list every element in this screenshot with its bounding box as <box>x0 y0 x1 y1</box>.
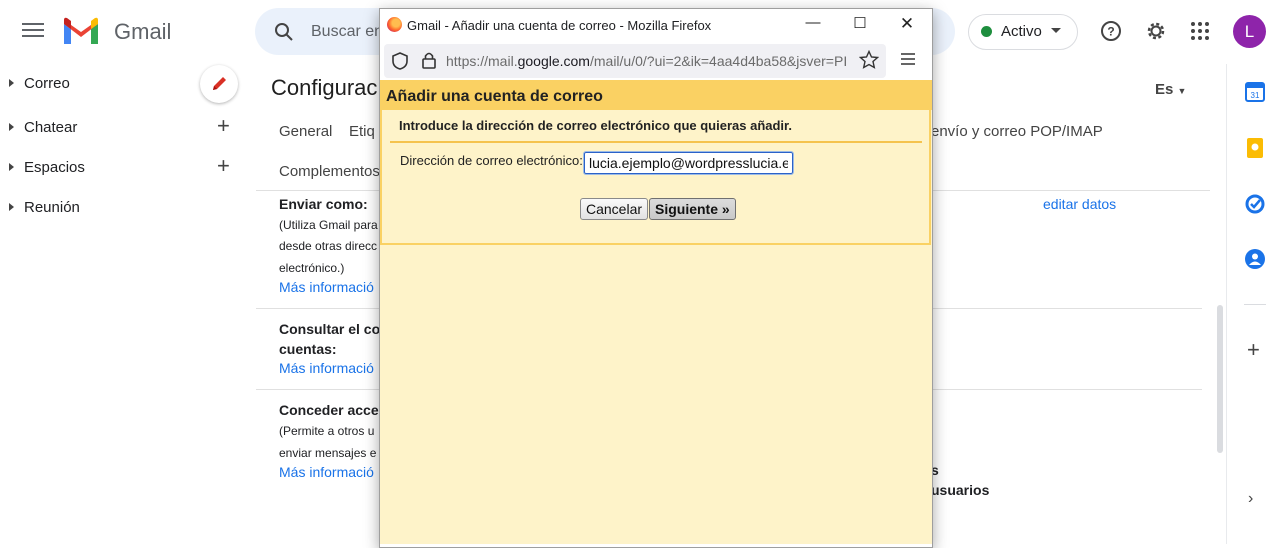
side-panel-divider <box>1244 304 1266 305</box>
url-text[interactable]: https://mail.google.com/mail/u/0/?ui=2&i… <box>446 53 858 69</box>
shield-icon[interactable] <box>392 52 408 75</box>
sidebar-item-label: Chatear <box>24 119 78 136</box>
email-field[interactable] <box>583 151 794 175</box>
add-chat-plus-icon[interactable]: + <box>217 113 230 139</box>
caret-right-icon <box>9 79 14 87</box>
tab-complementos[interactable]: Complementos <box>279 163 380 180</box>
popup-window-title: Gmail - Añadir una cuenta de correo - Mo… <box>407 18 712 33</box>
svg-text:31: 31 <box>1251 91 1260 100</box>
sidebar-item-label: Correo <box>24 75 70 92</box>
tab-general[interactable]: General <box>279 123 332 140</box>
check-mail-more-link[interactable]: Más informació <box>279 360 374 376</box>
caret-right-icon <box>9 163 14 171</box>
lock-icon[interactable] <box>421 51 437 74</box>
dialog-title: Añadir una cuenta de correo <box>386 88 603 105</box>
get-addons-plus-icon[interactable]: + <box>1247 337 1260 363</box>
sidebar-item-espacios[interactable]: Espacios <box>9 159 85 176</box>
gear-icon[interactable] <box>1144 19 1168 48</box>
send-as-more-link[interactable]: Más informació <box>279 279 374 295</box>
dialog-instruction: Introduce la dirección de correo electró… <box>399 118 793 133</box>
next-button[interactable]: Siguiente » <box>649 198 736 220</box>
check-mail-title: cuentas: <box>279 341 337 357</box>
sidebar-item-correo[interactable]: Correo <box>9 75 70 92</box>
tab-forwarding-pop-imap[interactable]: envío y correo POP/IMAP <box>931 123 1103 140</box>
chevron-right-icon[interactable]: › <box>1248 490 1253 508</box>
menu-icon[interactable] <box>22 20 44 42</box>
hamburger-menu-icon[interactable] <box>901 52 915 71</box>
cancel-button[interactable]: Cancelar <box>580 198 649 220</box>
sidebar-item-label: Reunión <box>24 199 80 216</box>
tab-etiquetas[interactable]: Etiq <box>349 123 375 140</box>
pencil-icon <box>213 77 226 90</box>
check-mail-title: Consultar el co <box>279 321 381 337</box>
maximize-icon[interactable]: ☐ <box>850 14 870 36</box>
contacts-icon[interactable] <box>1244 248 1266 270</box>
status-dot <box>981 26 992 37</box>
grant-access-desc-line: enviar mensajes e <box>279 446 377 460</box>
gmail-logo <box>62 16 100 51</box>
sidebar-item-reunion[interactable]: Reunión <box>9 199 80 216</box>
add-space-plus-icon[interactable]: + <box>217 153 230 179</box>
dialog-divider <box>390 141 922 143</box>
language-select[interactable]: Es ▼ <box>1155 81 1186 98</box>
grant-access-more-link[interactable]: Más informació <box>279 464 374 480</box>
email-field-label: Dirección de correo electrónico: <box>400 153 583 168</box>
send-as-desc-line: desde otras direcc <box>279 239 378 253</box>
sidebar-item-label: Espacios <box>24 159 85 176</box>
apps-icon[interactable] <box>1190 21 1210 46</box>
edit-info-link[interactable]: editar datos <box>1043 196 1116 212</box>
help-icon[interactable]: ? <box>1100 20 1122 47</box>
minimize-icon[interactable]: — <box>803 14 823 36</box>
url-prefix: https://mail. <box>446 53 518 69</box>
compose-button[interactable] <box>200 65 238 103</box>
sidebar-item-chatear[interactable]: Chatear <box>9 119 77 136</box>
grant-access-desc-line: (Permite a otros u <box>279 424 375 438</box>
svg-text:?: ? <box>1107 25 1114 39</box>
avatar[interactable]: L <box>1233 15 1266 48</box>
caret-right-icon <box>9 123 14 131</box>
send-as-desc-line: electrónico.) <box>279 261 345 275</box>
page-title: Configurac <box>271 75 378 100</box>
calendar-icon[interactable]: 31 <box>1244 81 1266 103</box>
close-icon[interactable]: ✕ <box>897 14 917 36</box>
search-icon[interactable] <box>274 22 294 47</box>
firefox-icon <box>387 17 402 32</box>
app-title: Gmail <box>114 19 172 44</box>
scrollbar[interactable] <box>1217 305 1223 453</box>
caret-right-icon <box>9 203 14 211</box>
url-domain: google.com <box>517 53 590 69</box>
search-input[interactable]: Buscar en <box>311 23 383 41</box>
send-as-desc-line: (Utiliza Gmail para <box>279 218 378 232</box>
language-label: Es <box>1155 81 1174 98</box>
keep-icon[interactable] <box>1244 137 1266 159</box>
status-label: Activo <box>1001 23 1042 40</box>
star-icon[interactable] <box>858 49 880 75</box>
grant-access-option-text: usuarios <box>931 482 990 498</box>
url-path: /mail/u/0/?ui=2&ik=4aa4d4ba58&jsver=PI <box>589 53 848 69</box>
send-as-title: Enviar como: <box>279 196 368 212</box>
grant-access-title: Conceder acces <box>279 402 387 418</box>
tasks-icon[interactable] <box>1244 193 1266 215</box>
caret-down-icon <box>1051 28 1061 33</box>
